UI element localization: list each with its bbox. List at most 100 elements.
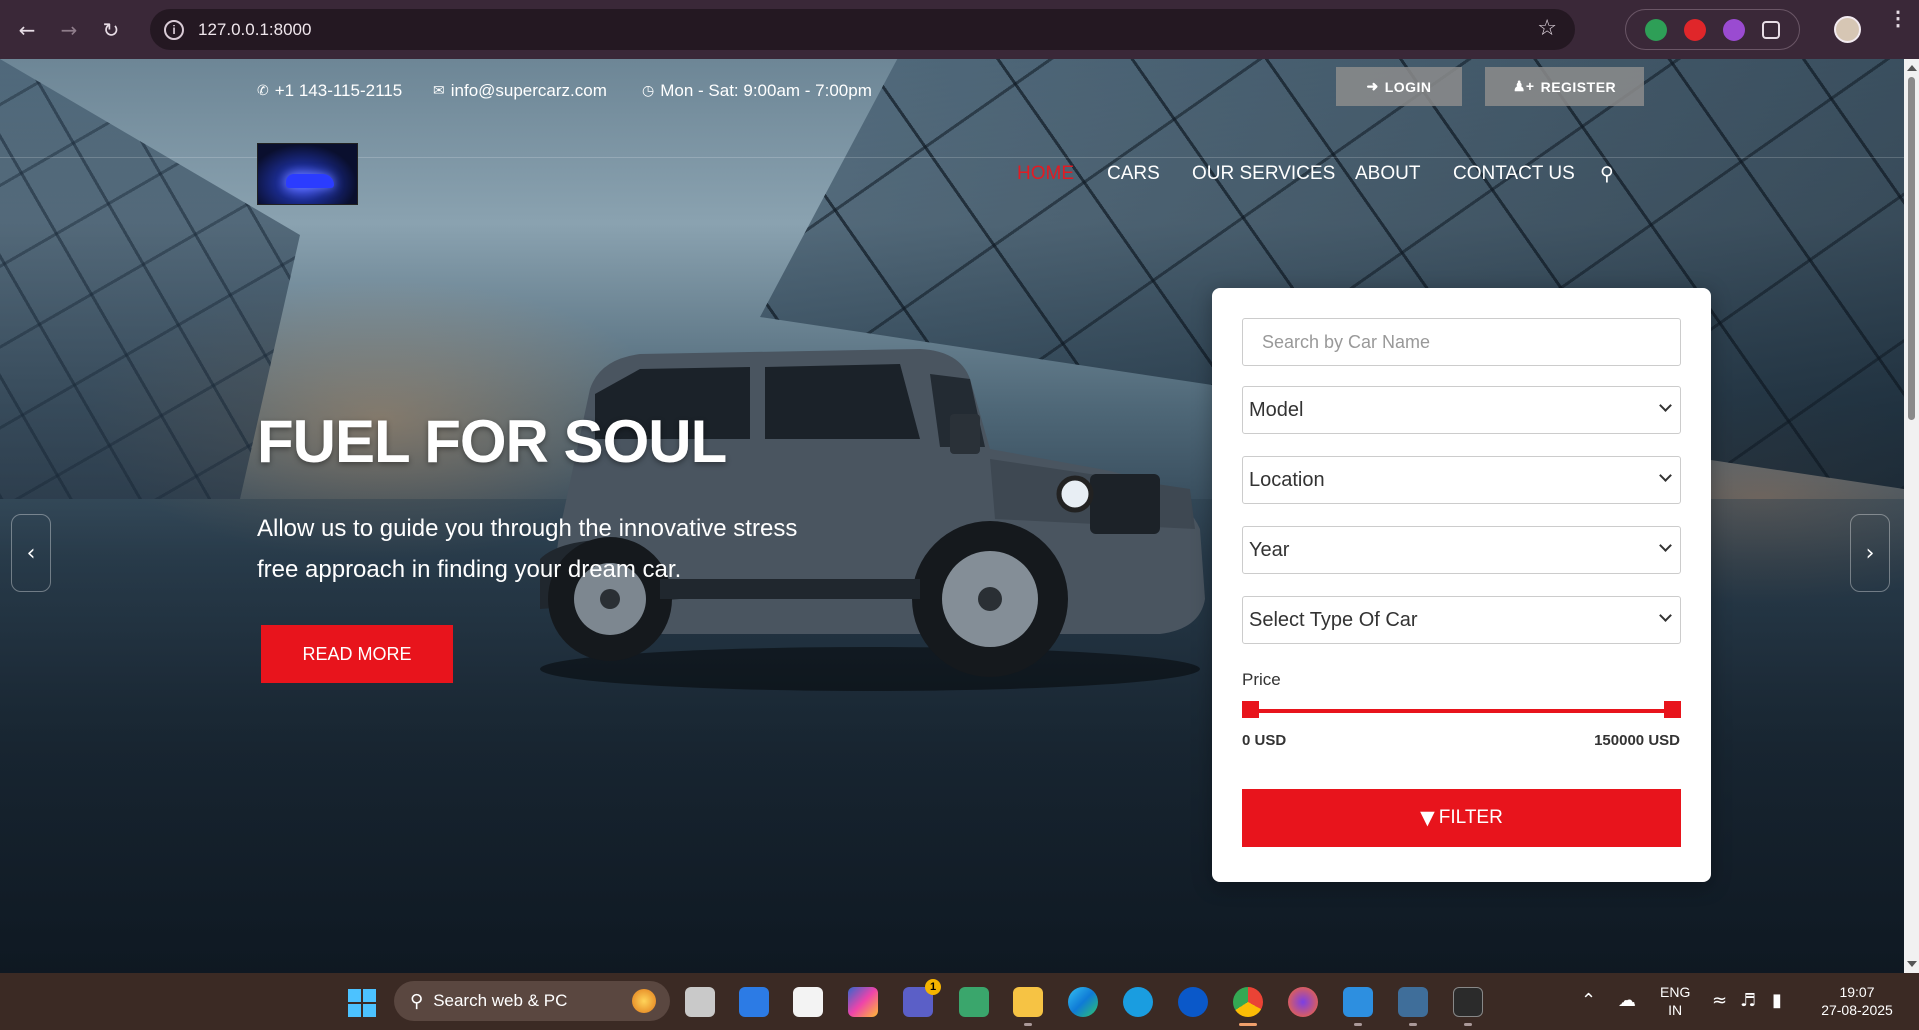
funnel-icon: ▼ [1420, 807, 1435, 829]
running-indicator [1024, 1023, 1032, 1026]
teams-notification-badge: 1 [925, 979, 941, 995]
wifi-icon[interactable]: ≈ [1712, 990, 1727, 1011]
location-select-value: Location [1249, 468, 1325, 491]
nav-home[interactable]: HOME [1017, 163, 1074, 185]
search-icon[interactable]: ⚲ [1600, 163, 1614, 185]
filter-button-label: FILTER [1438, 807, 1503, 828]
scrollbar-thumb[interactable] [1908, 77, 1915, 420]
profile-avatar[interactable] [1834, 16, 1861, 43]
read-more-button[interactable]: READ MORE [261, 625, 453, 683]
address-bar[interactable]: i 127.0.0.1:8000 ☆ [150, 9, 1575, 50]
site-logo[interactable] [257, 143, 358, 205]
show-hidden-icons-chevron-icon[interactable]: ⌃ [1581, 990, 1596, 1011]
hp-icon[interactable] [1178, 987, 1208, 1017]
phone-text: +1 143-115-2115 [274, 81, 403, 100]
scroll-up-arrow-icon[interactable] [1907, 65, 1917, 71]
help-icon[interactable] [1123, 987, 1153, 1017]
register-label: REGISTER [1540, 78, 1617, 95]
nav-contact-us[interactable]: CONTACT US [1453, 163, 1575, 185]
widgets-icon[interactable] [739, 987, 769, 1017]
year-select[interactable]: Year [1242, 526, 1681, 574]
taskbar-search-label: Search web & PC [433, 991, 568, 1010]
carousel-next-button[interactable]: › [1850, 514, 1890, 592]
register-button[interactable]: ♟+ REGISTER [1485, 67, 1644, 106]
car-type-select[interactable]: Select Type Of Car [1242, 596, 1681, 644]
volume-icon[interactable]: ♬ [1740, 990, 1756, 1011]
forward-icon[interactable]: → [54, 15, 84, 45]
firefox-icon[interactable] [1288, 987, 1318, 1017]
car-name-search-input[interactable]: Search by Car Name [1242, 318, 1681, 366]
background-building-left [0, 59, 300, 499]
browser-toolbar: ← → ↻ i 127.0.0.1:8000 ☆ ⋮ [0, 0, 1919, 59]
mysql-workbench-icon[interactable] [1398, 987, 1428, 1017]
email-text: info@supercarz.com [450, 81, 607, 100]
clock-icon: ◷ [642, 83, 655, 99]
contact-hours: ◷ Mon - Sat: 9:00am - 7:00pm [642, 81, 872, 101]
login-button[interactable]: ➜ LOGIN [1336, 67, 1462, 106]
hero-car-image [540, 349, 1205, 691]
price-max-value: 150000 USD [1594, 732, 1680, 749]
terminal-icon[interactable] [1453, 987, 1483, 1017]
login-label: LOGIN [1384, 78, 1432, 95]
clock-time: 19:07 [1839, 984, 1875, 1000]
site-info-icon[interactable]: i [164, 19, 184, 40]
scroll-down-arrow-icon[interactable] [1907, 961, 1917, 967]
hero-section: ✆ +1 143-115-2115 ✉ info@supercarz.com ◷… [0, 59, 1904, 973]
phone-link-icon[interactable] [959, 987, 989, 1017]
extensions-puzzle-icon[interactable] [1762, 20, 1781, 39]
extension-red-icon[interactable] [1683, 18, 1706, 41]
browser-menu-icon[interactable]: ⋮ [1888, 9, 1908, 29]
clock[interactable]: 19:07 27-08-2025 [1816, 983, 1898, 1019]
hero-title: FUEL FOR SOUL [257, 408, 727, 475]
price-min-handle[interactable] [1242, 701, 1259, 718]
task-view-icon[interactable] [685, 987, 715, 1017]
extensions-group [1625, 9, 1800, 50]
extension-green-icon[interactable] [1644, 18, 1667, 41]
battery-icon[interactable]: ▮ [1772, 990, 1782, 1011]
chevron-down-icon [1659, 469, 1672, 482]
clock-date: 27-08-2025 [1821, 1002, 1893, 1018]
phone-icon: ✆ [257, 83, 269, 99]
year-select-value: Year [1249, 538, 1290, 561]
page-scrollbar[interactable] [1904, 59, 1919, 973]
chevron-down-icon [1659, 399, 1672, 412]
chevron-down-icon [1659, 539, 1672, 552]
hero-subtitle: Allow us to guide you through the innova… [257, 515, 798, 583]
carousel-prev-button[interactable]: ‹ [11, 514, 51, 592]
chevron-down-icon [1659, 609, 1672, 622]
search-highlight-icon [632, 989, 656, 1013]
hours-text: Mon - Sat: 9:00am - 7:00pm [660, 81, 872, 100]
copilot-icon[interactable] [848, 987, 878, 1017]
location-select[interactable]: Location [1242, 456, 1681, 504]
car-filter-panel: Search by Car Name Model Location Year S… [1212, 288, 1711, 882]
language-indicator[interactable]: ENG IN [1660, 983, 1690, 1019]
user-plus-icon: ♟+ [1512, 78, 1535, 94]
onedrive-icon[interactable]: ☁ [1618, 990, 1636, 1011]
bookmark-star-icon[interactable]: ☆ [1537, 16, 1557, 41]
file-explorer-icon[interactable] [1013, 987, 1043, 1017]
microsoft-store-icon[interactable] [793, 987, 823, 1017]
chrome-icon[interactable] [1233, 987, 1263, 1017]
extension-purple-icon[interactable] [1723, 18, 1746, 41]
url-text[interactable]: 127.0.0.1:8000 [198, 20, 311, 40]
price-max-handle[interactable] [1664, 701, 1681, 718]
model-select-value: Model [1249, 398, 1304, 421]
nav-about[interactable]: ABOUT [1355, 163, 1420, 185]
edge-icon[interactable] [1068, 987, 1098, 1017]
contact-phone: ✆ +1 143-115-2115 [257, 81, 402, 101]
reload-icon[interactable]: ↻ [96, 15, 126, 45]
taskbar-search[interactable]: ⚲ Search web & PC [394, 981, 670, 1021]
nav-cars[interactable]: CARS [1107, 163, 1160, 185]
vscode-icon[interactable] [1343, 987, 1373, 1017]
windows-start-icon[interactable] [348, 989, 376, 1017]
nav-our-services[interactable]: OUR SERVICES [1192, 163, 1335, 185]
search-icon: ⚲ [410, 990, 424, 1012]
running-indicator [1464, 1023, 1472, 1026]
language-line2: IN [1668, 1002, 1683, 1018]
filter-button[interactable]: ▼ FILTER [1242, 789, 1681, 847]
car-type-select-value: Select Type Of Car [1249, 608, 1418, 631]
login-icon: ➜ [1366, 78, 1379, 94]
back-icon[interactable]: ← [12, 15, 42, 45]
model-select[interactable]: Model [1242, 386, 1681, 434]
price-range-track[interactable] [1250, 709, 1668, 713]
